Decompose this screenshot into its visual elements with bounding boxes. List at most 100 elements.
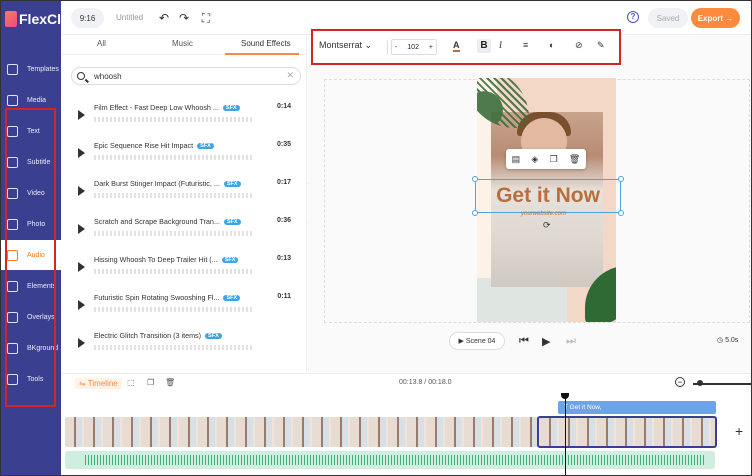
font-dropdown[interactable]: Montserrat ⌄ <box>319 40 372 51</box>
track-duration: 0:17 <box>276 179 291 186</box>
play-icon[interactable] <box>78 224 85 234</box>
tab-all[interactable]: All <box>97 39 106 48</box>
media-icon <box>7 94 18 106</box>
bold-button[interactable]: B <box>477 39 491 53</box>
play-icon[interactable] <box>78 186 85 196</box>
resize-handle[interactable] <box>472 210 478 216</box>
list-item[interactable]: Film Effect - Fast Deep Low Whoosh ... SF… <box>71 99 303 129</box>
search-input[interactable] <box>94 70 274 82</box>
link-icon[interactable]: ⊘ <box>575 40 583 51</box>
export-button[interactable]: Export → <box>691 8 740 28</box>
sfx-badge: SFX <box>223 181 241 188</box>
scene-selector[interactable]: ▶ Scene 04 <box>449 332 505 350</box>
project-title[interactable]: Untitled <box>116 13 143 22</box>
sidebar-item-templates[interactable]: Templates <box>1 54 61 84</box>
zoom-out-icon[interactable]: − <box>675 377 685 387</box>
duplicate-icon[interactable]: ❐ <box>550 154 558 165</box>
sfx-badge: SFX <box>197 143 214 150</box>
list-item[interactable]: Electric Glitch Transition (3 items) SFX <box>71 327 303 357</box>
font-size-value[interactable]: 102 <box>407 44 419 51</box>
list-item[interactable]: Hissing Whoosh To Deep Trailer Hit (... S… <box>71 251 303 281</box>
undo-icon[interactable]: ↶ <box>157 11 171 25</box>
edit-icon[interactable]: ✎ <box>597 40 605 51</box>
opacity-icon[interactable]: ◐ <box>549 40 554 50</box>
track-duration: 0:35 <box>276 141 291 148</box>
copy-icon[interactable]: ❐ <box>147 378 154 387</box>
audio-panel: All Music Sound Effects ✕ Film Effect - … <box>61 35 307 373</box>
rotate-handle-icon[interactable]: ⟳ <box>543 220 551 231</box>
audio-tabs: All Music Sound Effects <box>61 35 307 55</box>
track-name: Dark Burst Stinger Impact (Futuristic, .… <box>94 179 241 188</box>
track-name: Epic Sequence Rise Hit Impact SFX <box>94 141 214 150</box>
zoom-slider-handle[interactable] <box>697 380 703 386</box>
fullscreen-icon[interactable]: ⛶ <box>199 11 213 25</box>
list-item[interactable]: Scratch and Scrape Background Tran... SFX… <box>71 213 303 243</box>
search-box: ✕ <box>71 67 301 85</box>
text-color-icon[interactable]: A <box>453 40 460 52</box>
sidebar-item-label: Templates <box>27 65 59 73</box>
list-item[interactable]: Epic Sequence Rise Hit Impact SFX 0:35 <box>71 137 303 167</box>
resize-handle[interactable] <box>618 210 624 216</box>
timeline-toggle[interactable]: ⇋ Timeline <box>75 378 122 389</box>
headline-text[interactable]: Get it Now <box>475 179 621 213</box>
track-waveform <box>94 117 254 122</box>
element-floating-toolbar: ▤ ◈ ❐ 🗑 <box>506 149 586 169</box>
italic-button[interactable]: I <box>499 40 502 50</box>
list-item[interactable]: Dark Burst Stinger Impact (Futuristic, .… <box>71 175 303 205</box>
align-left-icon[interactable]: ▤ <box>512 154 521 165</box>
play-icon[interactable]: ▶ <box>542 335 550 348</box>
track-name: Hissing Whoosh To Deep Trailer Hit (... S… <box>94 255 239 264</box>
website-text[interactable]: yourwebsite.com <box>521 211 566 217</box>
previous-icon[interactable]: ⏮ <box>519 335 529 348</box>
text-clip[interactable]: T Get it Now, <box>558 401 716 414</box>
track-duration: 0:13 <box>276 255 291 262</box>
track-name: Scratch and Scrape Background Tran... SFX <box>94 217 241 226</box>
tab-sound-effects[interactable]: Sound Effects <box>241 39 291 48</box>
timeline-time: 00:13.8 / 00:18.0 <box>399 379 452 386</box>
sfx-badge: SFX <box>222 105 240 112</box>
logo-mark-icon <box>5 11 17 27</box>
help-icon[interactable]: ? <box>627 11 639 23</box>
audio-waveform <box>85 455 705 465</box>
clear-search-icon[interactable]: ✕ <box>286 70 294 81</box>
app-window: FlexClip Templates Media Text Subtitle Video… <box>0 0 752 476</box>
audio-track[interactable] <box>65 451 715 469</box>
next-icon[interactable]: ⏭ <box>566 335 576 348</box>
play-icon[interactable] <box>78 148 85 158</box>
list-item[interactable]: Futuristic Spin Rotating Swooshing Fl...… <box>71 289 303 319</box>
track-duration: 0:11 <box>277 293 291 300</box>
resize-handle[interactable] <box>618 176 624 182</box>
aspect-ratio-button[interactable]: 9:16 <box>71 8 104 28</box>
sidebar-item-label: Media <box>27 96 47 104</box>
timeline-header: ⇋ Timeline ⬚ ❐ 🗑 00:13.8 / 00:18.0 − <box>61 373 751 391</box>
play-icon[interactable] <box>78 110 85 120</box>
selected-scene-clip[interactable] <box>537 416 717 448</box>
decrease-size-button[interactable]: - <box>395 44 397 51</box>
redo-icon[interactable]: ↷ <box>177 11 191 25</box>
track-duration: 0:36 <box>276 217 291 224</box>
playhead[interactable] <box>561 393 569 475</box>
increase-size-button[interactable]: + <box>429 44 433 51</box>
align-icon[interactable]: ≡ <box>523 40 528 50</box>
tab-music[interactable]: Music <box>172 39 193 48</box>
sfx-badge: SFX <box>205 333 222 340</box>
play-icon[interactable] <box>78 300 85 310</box>
add-scene-icon[interactable]: + <box>735 423 743 439</box>
split-icon[interactable]: ⬚ <box>127 378 135 387</box>
font-size-stepper[interactable]: - 102 + <box>391 39 437 55</box>
active-tab-indicator <box>225 53 299 55</box>
track-waveform <box>94 345 254 350</box>
track-waveform <box>94 155 254 160</box>
sfx-badge: SFX <box>223 219 241 226</box>
sfx-badge: SFX <box>223 295 241 302</box>
play-icon[interactable] <box>78 338 85 348</box>
resize-handle[interactable] <box>472 176 478 182</box>
track-name: Film Effect - Fast Deep Low Whoosh ... SF… <box>94 103 240 112</box>
delete-icon[interactable]: 🗑 <box>569 154 580 165</box>
layers-icon[interactable]: ◈ <box>531 154 538 165</box>
trash-icon[interactable]: 🗑 <box>165 378 175 387</box>
templates-icon <box>7 63 18 75</box>
sidebar-highlight-box <box>5 108 56 407</box>
track-duration: 0:14 <box>276 103 291 110</box>
play-icon[interactable] <box>78 262 85 272</box>
